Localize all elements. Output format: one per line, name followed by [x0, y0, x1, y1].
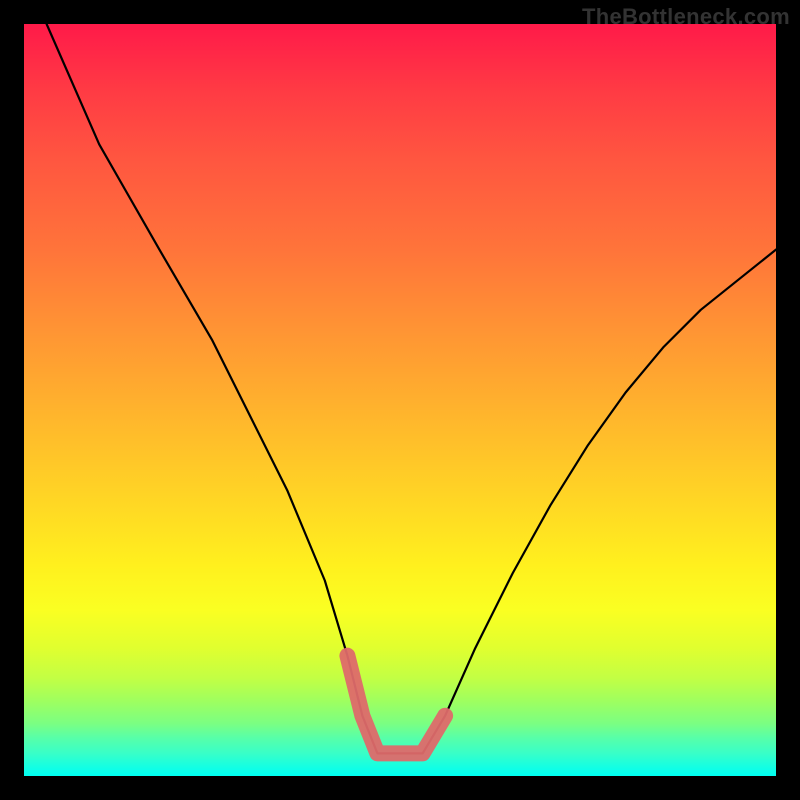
main-curve [47, 24, 776, 753]
curve-layer [24, 24, 776, 776]
plot-area [24, 24, 776, 776]
chart-frame: TheBottleneck.com [0, 0, 800, 800]
watermark-text: TheBottleneck.com [582, 4, 790, 30]
valley-highlight [347, 656, 445, 754]
